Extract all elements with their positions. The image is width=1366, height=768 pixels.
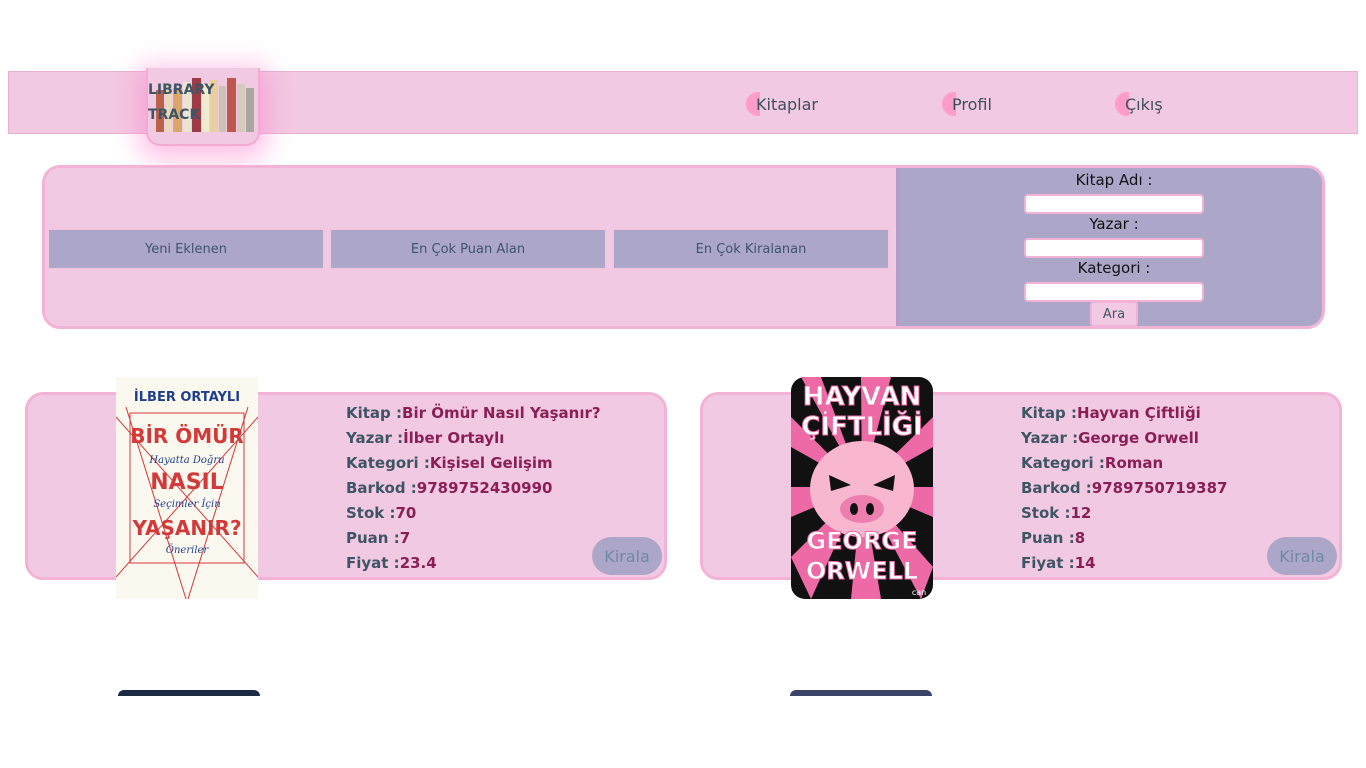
cover-author-2: ORWELL	[806, 557, 918, 585]
book-barcode-row: Barkod :9789750719387	[1021, 476, 1227, 501]
book-stock: 70	[395, 504, 417, 522]
book-category-row: Kategori :Kişisel Gelişim	[346, 451, 601, 476]
book-stock-row: Stok :12	[1021, 501, 1227, 526]
book-stock: 12	[1070, 504, 1092, 522]
book-barcode: 9789750719387	[1091, 479, 1228, 497]
cover-title-3: YAŞANIR?	[131, 516, 241, 540]
book-author-label: Yazar :	[346, 429, 404, 447]
book-stock-label: Stok :	[346, 504, 396, 522]
cover-title-2: NASIL	[150, 470, 224, 495]
cover-author: İLBER ORTAYLI	[134, 389, 240, 405]
book-author: İlber Ortaylı	[403, 429, 505, 447]
cover-subtitle-3: Öneriler	[166, 544, 210, 556]
book-title-label: Kitap :	[1021, 404, 1078, 422]
sort-newest-button[interactable]: Yeni Eklenen	[47, 228, 325, 270]
book-price-label: Fiyat :	[346, 554, 400, 572]
book-author: George Orwell	[1078, 429, 1199, 447]
logo-line-2: TRACK	[148, 107, 201, 123]
book-title-label: Kitap :	[346, 404, 403, 422]
book-author-label: Yazar :	[1021, 429, 1079, 447]
book-barcode-label: Barkod :	[1021, 479, 1092, 497]
book-price-row: Fiyat :23.4	[346, 551, 601, 576]
book-price: 14	[1074, 554, 1096, 572]
book-title: Bir Ömür Nasıl Yaşanır?	[402, 404, 601, 422]
nav-cikis-label: Çıkış	[1125, 94, 1163, 114]
author-search-label: Yazar :	[1089, 215, 1139, 233]
book-card: İLBER ORTAYLI BİR ÖMÜR Hayatta Doğru NAS…	[25, 377, 667, 599]
book-cover[interactable]: İLBER ORTAYLI BİR ÖMÜR Hayatta Doğru NAS…	[116, 377, 258, 599]
cover-title-1: BİR ÖMÜR	[130, 424, 244, 448]
title-search-input[interactable]	[1024, 194, 1204, 214]
book-category-row: Kategori :Roman	[1021, 451, 1227, 476]
book-stock-row: Stok :70	[346, 501, 601, 526]
book-cover-peek	[118, 690, 260, 696]
nav-kitaplar-label: Kitaplar	[756, 94, 818, 114]
book-title-row: Kitap :Bir Ömür Nasıl Yaşanır?	[346, 401, 601, 426]
book-barcode-row: Barkod :9789752430990	[346, 476, 601, 501]
book-rating-label: Puan :	[1021, 529, 1075, 547]
sort-top-rated-button[interactable]: En Çok Puan Alan	[329, 228, 607, 270]
book-cover-peek	[790, 690, 932, 696]
book-title: Hayvan Çiftliği	[1077, 404, 1201, 422]
book-price: 23.4	[399, 554, 437, 572]
book-rating-label: Puan :	[346, 529, 400, 547]
book-info: Kitap :Bir Ömür Nasıl Yaşanır? Yazar :İl…	[346, 401, 601, 576]
book-info: Kitap :Hayvan Çiftliği Yazar :George Orw…	[1021, 401, 1227, 576]
cover-subtitle-2: Seçimler İçin	[153, 498, 220, 510]
logo-line-1: LIBRARY	[148, 82, 215, 98]
nav-profil[interactable]: Profil	[942, 92, 992, 116]
book-author-row: Yazar :İlber Ortaylı	[346, 426, 601, 451]
author-search-input[interactable]	[1024, 238, 1204, 258]
cover-title-1: HAYVAN	[803, 382, 921, 412]
logo[interactable]: LIBRARY TRACK	[146, 68, 260, 146]
sort-most-rented-button[interactable]: En Çok Kiralanan	[612, 228, 890, 270]
book-rating-row: Puan :8	[1021, 526, 1227, 551]
search-button[interactable]: Ara	[1090, 301, 1138, 326]
book-cover[interactable]: HAYVAN ÇİFTLİĞİ GEORGE ORWELL can	[791, 377, 933, 599]
category-search-label: Kategori :	[1077, 259, 1151, 277]
book-category: Kişisel Gelişim	[429, 454, 553, 472]
book-rating: 7	[399, 529, 411, 547]
book-card: HAYVAN ÇİFTLİĞİ GEORGE ORWELL can Kitap …	[700, 377, 1342, 599]
title-search-label: Kitap Adı :	[1075, 171, 1153, 189]
book-price-row: Fiyat :14	[1021, 551, 1227, 576]
rent-button[interactable]: Kirala	[1267, 537, 1337, 575]
book-price-label: Fiyat :	[1021, 554, 1075, 572]
book-rating-row: Puan :7	[346, 526, 601, 551]
cover-publisher: can	[912, 588, 926, 597]
category-search-input[interactable]	[1024, 282, 1204, 302]
book-barcode: 9789752430990	[416, 479, 553, 497]
filter-panel: Yeni Eklenen En Çok Puan Alan En Çok Kir…	[42, 165, 1325, 329]
book-cover-image: HAYVAN ÇİFTLİĞİ GEORGE ORWELL can	[791, 377, 933, 599]
cover-title-2: ÇİFTLİĞİ	[801, 410, 923, 442]
cover-subtitle-1: Hayatta Doğru	[148, 455, 224, 466]
book-category: Roman	[1104, 454, 1164, 472]
nav-cikis[interactable]: Çıkış	[1115, 92, 1163, 116]
nav-kitaplar[interactable]: Kitaplar	[746, 92, 818, 116]
book-stock-label: Stok :	[1021, 504, 1071, 522]
book-title-row: Kitap :Hayvan Çiftliği	[1021, 401, 1227, 426]
book-category-label: Kategori :	[346, 454, 430, 472]
top-navbar: LIBRARY TRACK Kitaplar Profil Çıkış	[8, 68, 1358, 146]
rent-button[interactable]: Kirala	[592, 537, 662, 575]
nav-profil-label: Profil	[952, 94, 992, 114]
book-author-row: Yazar :George Orwell	[1021, 426, 1227, 451]
search-form: Kitap Adı : Yazar : Kategori : Ara	[896, 168, 1322, 326]
logo-text: LIBRARY TRACK	[148, 78, 238, 128]
cover-author-1: GEORGE	[806, 527, 917, 555]
book-barcode-label: Barkod :	[346, 479, 417, 497]
book-rating: 8	[1074, 529, 1086, 547]
book-category-label: Kategori :	[1021, 454, 1105, 472]
book-cover-image: İLBER ORTAYLI BİR ÖMÜR Hayatta Doğru NAS…	[116, 377, 258, 599]
